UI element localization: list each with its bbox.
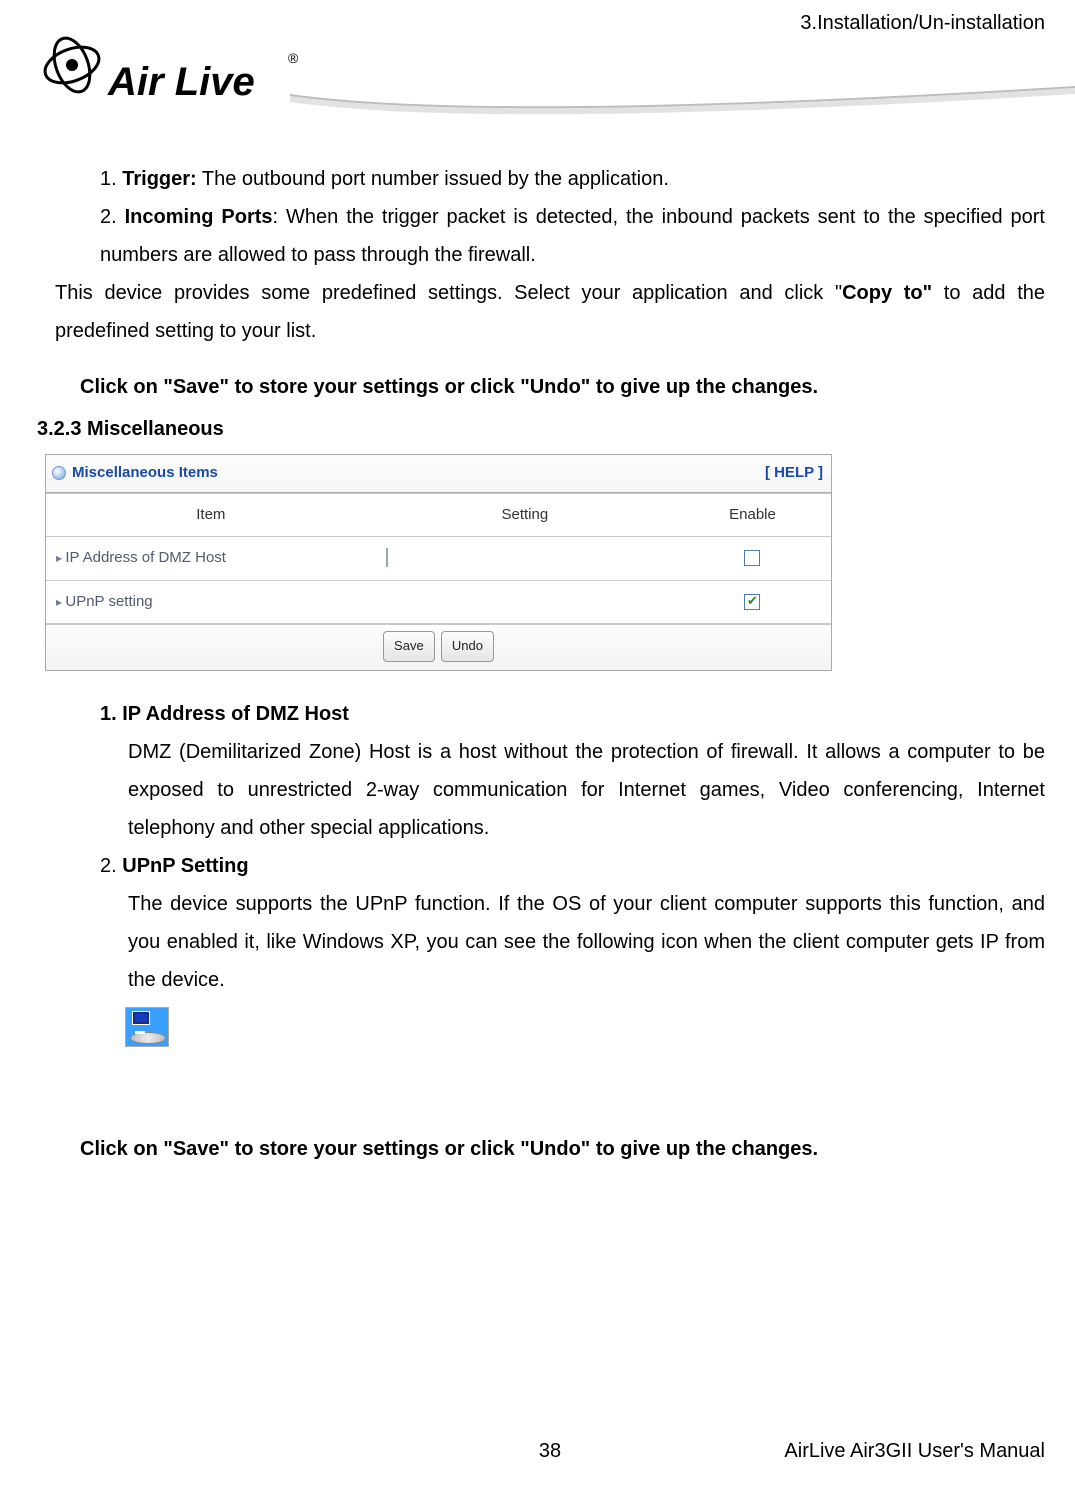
list-text: The device supports the UPnP function. I…	[128, 885, 1045, 999]
header-curve-icon	[290, 75, 1075, 125]
row-item-label: UPnP setting	[46, 580, 376, 624]
upnp-enable-checkbox[interactable]	[744, 594, 760, 610]
upnp-gateway-icon	[125, 1007, 169, 1047]
list-text: The outbound port number issued by the a…	[197, 168, 669, 190]
page-footer: 38 AirLive Air3GII User's Manual	[55, 1440, 1045, 1463]
col-header-item: Item	[46, 493, 376, 537]
row-item-label: IP Address of DMZ Host	[46, 537, 376, 581]
save-undo-instruction: Click on "Save" to store your settings o…	[80, 368, 1045, 406]
save-button[interactable]: Save	[383, 631, 435, 662]
list-number: 2.	[100, 206, 117, 228]
settings-table: Item Setting Enable IP Address of DMZ Ho…	[46, 493, 831, 625]
list-bold: IP Address of DMZ Host	[122, 703, 349, 725]
list-item: 2. Incoming Ports: When the trigger pack…	[100, 198, 1045, 274]
panel-titlebar: Miscellaneous Items [ HELP ]	[46, 455, 831, 493]
body-content: 1. Trigger: The outbound port number iss…	[55, 160, 1045, 1168]
copy-to-bold: Copy to"	[842, 282, 932, 304]
list-text: DMZ (Demilitarized Zone) Host is a host …	[128, 733, 1045, 847]
brand-logo: Air Live ®	[30, 30, 1045, 125]
list-bold: Trigger:	[122, 168, 196, 190]
panel-button-row: Save Undo	[46, 624, 831, 670]
list-bold: UPnP Setting	[122, 855, 248, 877]
brand-word-1: Air	[107, 60, 166, 104]
save-undo-instruction: Click on "Save" to store your settings o…	[80, 1130, 1045, 1168]
svg-text:Air Live: Air Live	[107, 60, 255, 104]
dmz-enable-checkbox[interactable]	[744, 550, 760, 566]
disc-icon	[52, 466, 66, 480]
panel-title: Miscellaneous Items	[72, 459, 218, 488]
list-number: 1.	[100, 168, 117, 190]
list-number: 1.	[100, 703, 117, 725]
help-link[interactable]: [ HELP ]	[765, 459, 823, 488]
section-heading: 3.2.3 Miscellaneous	[37, 410, 1045, 448]
table-row: UPnP setting	[46, 580, 831, 624]
list-item: 2. UPnP Setting The device supports the …	[100, 847, 1045, 999]
manual-title: AirLive Air3GII User's Manual	[784, 1440, 1045, 1463]
list-bold: Incoming Ports	[125, 206, 273, 228]
list-item: 1. Trigger: The outbound port number iss…	[100, 160, 1045, 198]
undo-button[interactable]: Undo	[441, 631, 494, 662]
dmz-host-input[interactable]	[386, 548, 388, 567]
list-number: 2.	[100, 855, 117, 877]
table-row: IP Address of DMZ Host	[46, 537, 831, 581]
paragraph-text: This device provides some predefined set…	[55, 282, 842, 304]
airlive-logo-icon: Air Live ®	[30, 30, 300, 122]
registered-mark: ®	[288, 50, 299, 66]
list-item: 1. IP Address of DMZ Host DMZ (Demilitar…	[100, 695, 1045, 847]
col-header-setting: Setting	[376, 493, 674, 537]
brand-word-2: Live	[175, 60, 255, 104]
col-header-enable: Enable	[674, 493, 831, 537]
document-page: 3.Installation/Un-installation Air Live …	[0, 0, 1075, 1489]
misc-items-panel: Miscellaneous Items [ HELP ] Item Settin…	[45, 454, 832, 671]
paragraph: This device provides some predefined set…	[55, 274, 1045, 350]
